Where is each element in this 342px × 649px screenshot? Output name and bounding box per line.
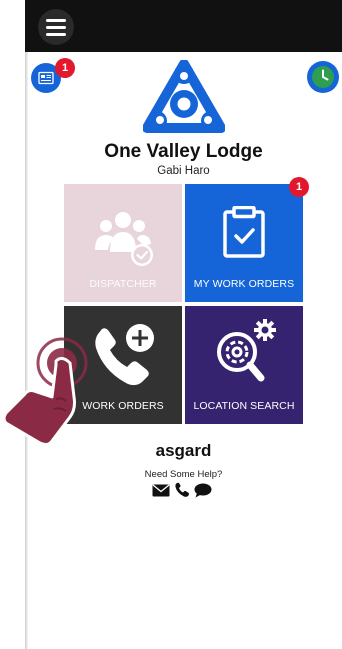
phone-icon[interactable] [174,482,190,498]
envelope-icon[interactable] [152,483,170,497]
users-check-icon [95,212,153,266]
organization-name: One Valley Lodge [104,141,263,162]
contact-icons [152,482,212,498]
pointer-hand-icon [2,337,88,447]
hamburger-menu-icon [46,18,66,22]
device-edge [25,0,28,649]
news-badge: 1 [55,58,75,78]
tile-label: MY WORK ORDERS [193,278,295,290]
chat-icon[interactable] [194,483,212,498]
newspaper-icon [38,71,54,85]
organization-logo [143,60,225,133]
help-text: Need Some Help? [144,469,223,480]
clock-button[interactable] [307,61,339,93]
my-work-orders-tile[interactable]: MY WORK ORDERS [185,184,303,302]
clipboard-check-icon [223,206,265,258]
menu-button[interactable] [38,9,74,45]
tile-label: LOCATION SEARCH [193,400,295,412]
dispatcher-tile[interactable]: DISPATCHER [64,184,182,302]
work-orders-badge: 1 [289,177,309,197]
gear-search-icon [217,319,276,382]
clock-icon [312,66,334,88]
user-name: Gabi Haro [157,165,210,177]
location-search-tile[interactable]: LOCATION SEARCH [185,306,303,424]
tile-label: DISPATCHER [89,278,157,290]
